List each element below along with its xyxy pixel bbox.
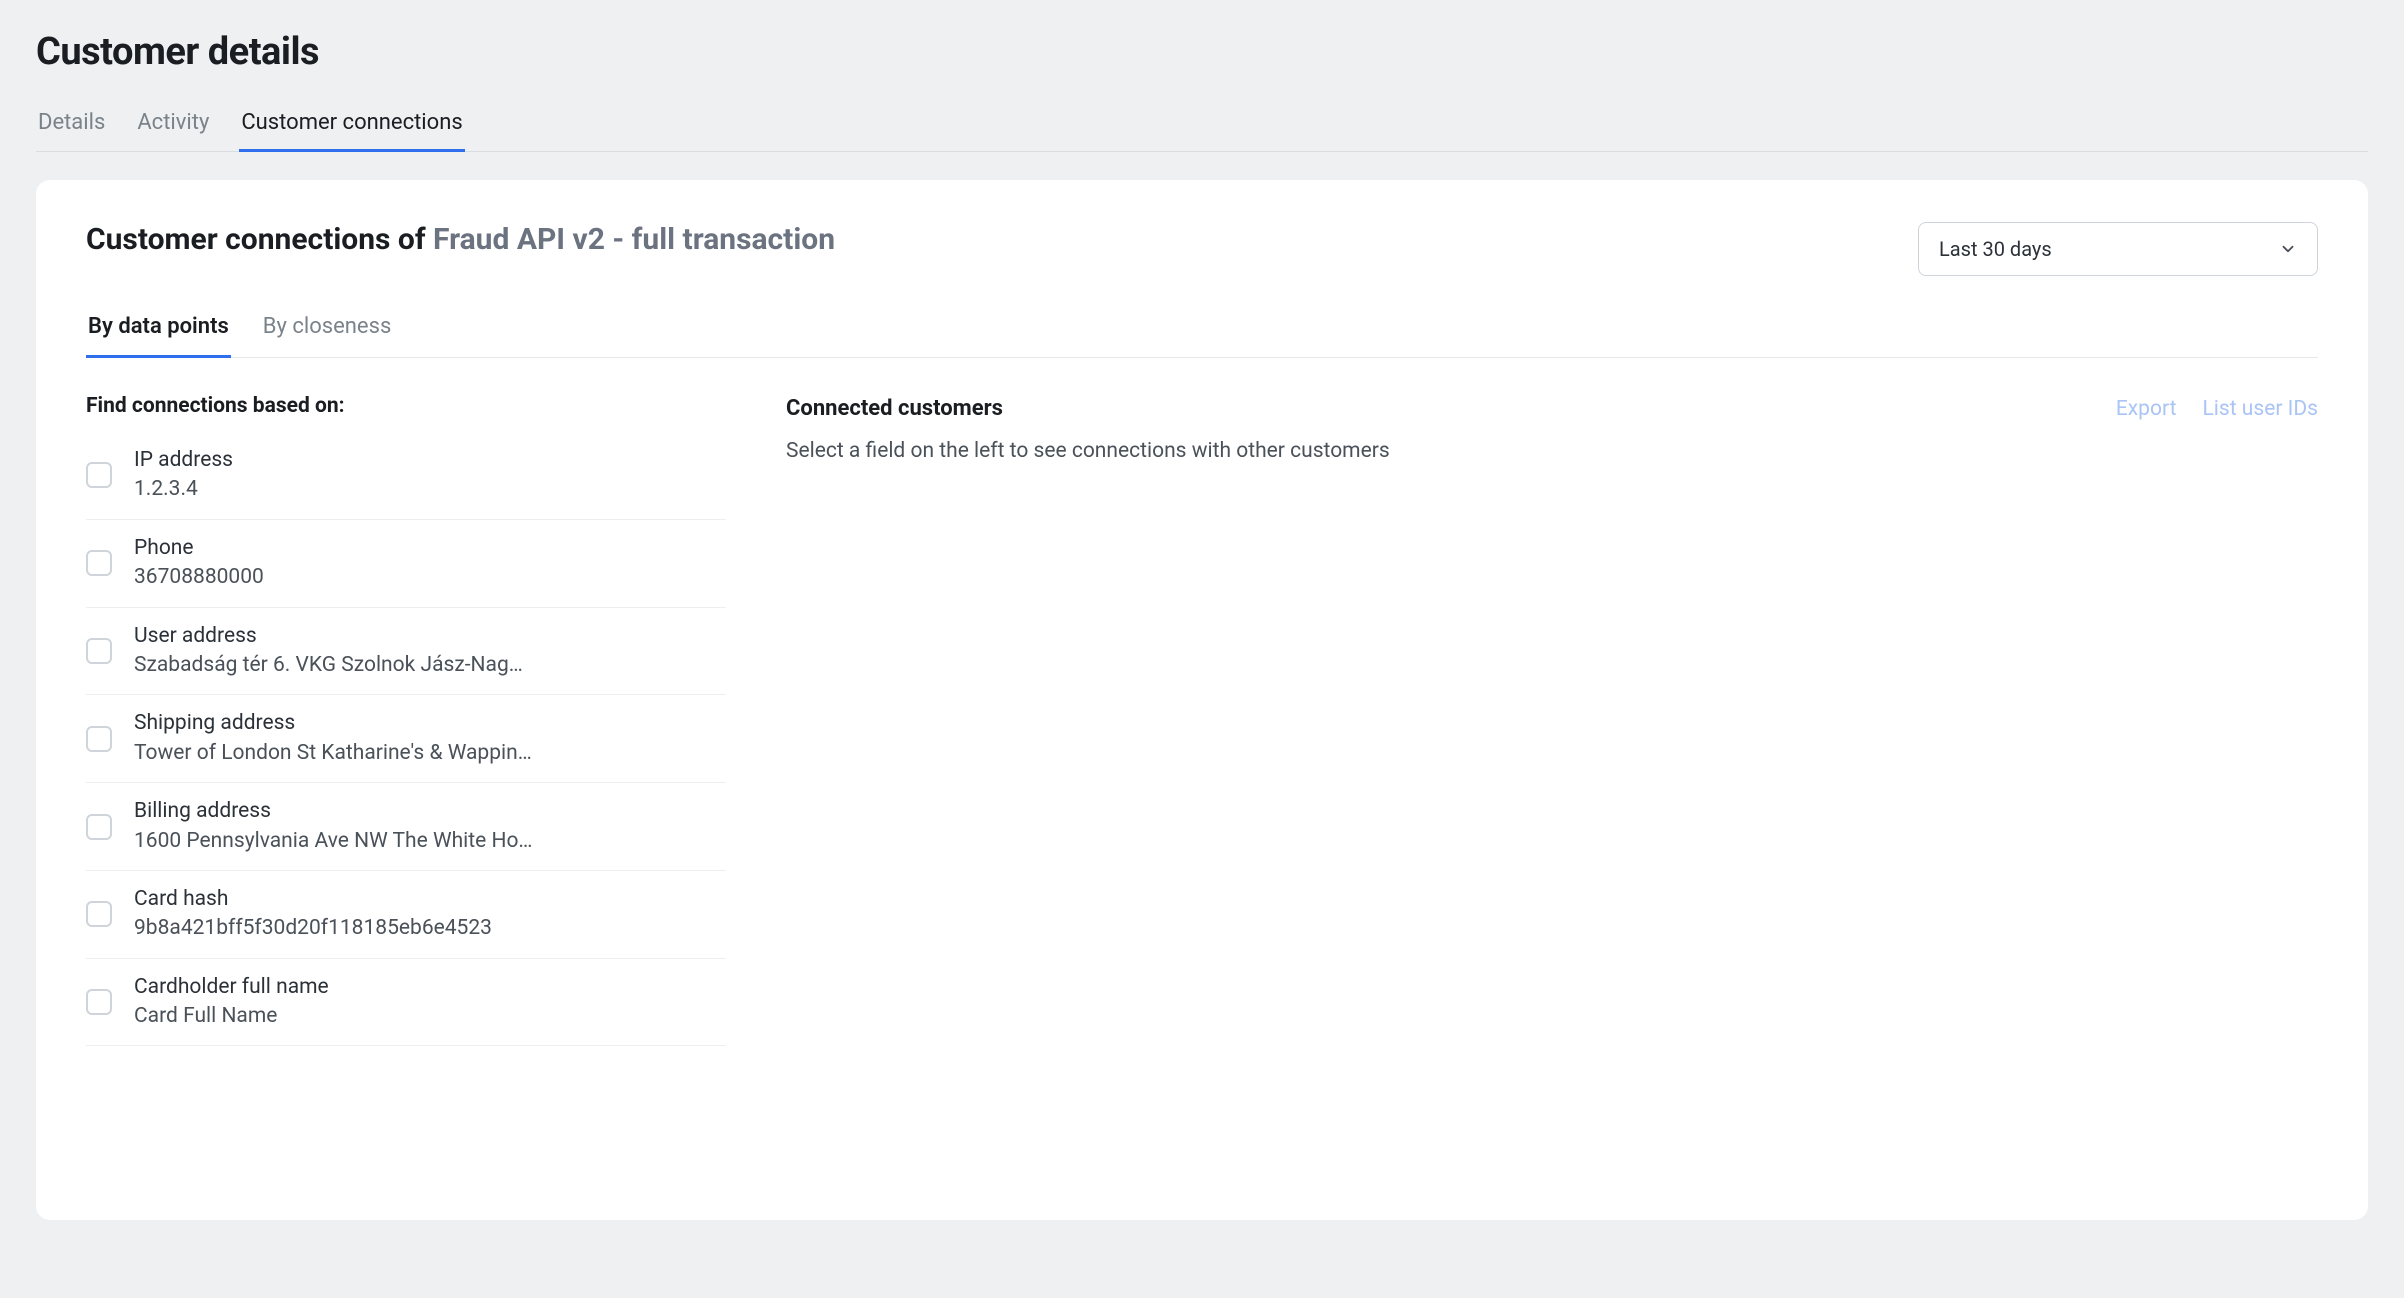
data-point-value: 1.2.3.4 <box>134 475 726 504</box>
list-user-ids-button[interactable]: List user IDs <box>2202 397 2318 421</box>
page-title: Customer details <box>36 30 2368 74</box>
data-point-value: 1600 Pennsylvania Ave NW The White Ho… <box>134 827 726 856</box>
card-title-prefix: Customer connections of <box>86 222 433 257</box>
connected-actions: Export List user IDs <box>2116 397 2318 421</box>
content-columns: Find connections based on: IP address 1.… <box>86 358 2318 1046</box>
checkbox-cardholder-name[interactable] <box>86 989 112 1015</box>
data-point-title: Card hash <box>134 885 726 914</box>
data-point-title: Billing address <box>134 797 726 826</box>
tab-details[interactable]: Details <box>36 102 107 152</box>
list-item[interactable]: IP address 1.2.3.4 <box>86 432 726 520</box>
list-item[interactable]: User address Szabadság tér 6. VKG Szolno… <box>86 608 726 696</box>
data-point-title: Cardholder full name <box>134 973 726 1002</box>
data-point-value: Szabadság tér 6. VKG Szolnok Jász-Nag… <box>134 651 726 680</box>
card-title-entity: Fraud API v2 - full transaction <box>433 222 835 257</box>
data-point-title: IP address <box>134 446 726 475</box>
data-point-value: 9b8a421bff5f30d20f118185eb6e4523 <box>134 914 726 943</box>
top-tabs: Details Activity Customer connections <box>36 102 2368 152</box>
list-item-text: IP address 1.2.3.4 <box>134 446 726 505</box>
tab-customer-connections[interactable]: Customer connections <box>239 102 464 152</box>
connections-card: Customer connections of Fraud API v2 - f… <box>36 180 2368 1220</box>
subtab-by-data-points[interactable]: By data points <box>86 304 231 358</box>
list-item-text: Phone 36708880000 <box>134 534 726 593</box>
date-range-label: Last 30 days <box>1939 237 2052 261</box>
data-point-value: Card Full Name <box>134 1002 726 1031</box>
checkbox-shipping-address[interactable] <box>86 726 112 752</box>
connected-customers-column: Connected customers Export List user IDs… <box>786 394 2318 1046</box>
chevron-down-icon <box>2279 240 2297 258</box>
find-connections-label: Find connections based on: <box>86 394 726 418</box>
list-item-text: User address Szabadság tér 6. VKG Szolno… <box>134 622 726 681</box>
connected-helper-text: Select a field on the left to see connec… <box>786 439 2318 463</box>
list-item-text: Billing address 1600 Pennsylvania Ave NW… <box>134 797 726 856</box>
card-header: Customer connections of Fraud API v2 - f… <box>86 222 2318 276</box>
tab-activity[interactable]: Activity <box>135 102 211 152</box>
data-point-title: User address <box>134 622 726 651</box>
sub-tabs: By data points By closeness <box>86 304 2318 358</box>
checkbox-billing-address[interactable] <box>86 814 112 840</box>
data-point-value: Tower of London St Katharine's & Wappin… <box>134 739 726 768</box>
subtab-by-closeness[interactable]: By closeness <box>261 304 394 358</box>
card-title: Customer connections of Fraud API v2 - f… <box>86 222 835 257</box>
list-item[interactable]: Cardholder full name Card Full Name <box>86 959 726 1047</box>
data-point-value: 36708880000 <box>134 563 726 592</box>
date-range-select[interactable]: Last 30 days <box>1918 222 2318 276</box>
connected-title: Connected customers <box>786 396 1003 421</box>
checkbox-ip-address[interactable] <box>86 462 112 488</box>
list-item-text: Shipping address Tower of London St Kath… <box>134 709 726 768</box>
connected-header: Connected customers Export List user IDs <box>786 396 2318 421</box>
checkbox-user-address[interactable] <box>86 638 112 664</box>
checkbox-card-hash[interactable] <box>86 901 112 927</box>
list-item[interactable]: Shipping address Tower of London St Kath… <box>86 695 726 783</box>
data-point-title: Phone <box>134 534 726 563</box>
list-item-text: Cardholder full name Card Full Name <box>134 973 726 1032</box>
data-points-column: Find connections based on: IP address 1.… <box>86 394 726 1046</box>
checkbox-phone[interactable] <box>86 550 112 576</box>
list-item-text: Card hash 9b8a421bff5f30d20f118185eb6e45… <box>134 885 726 944</box>
list-item[interactable]: Billing address 1600 Pennsylvania Ave NW… <box>86 783 726 871</box>
list-item[interactable]: Card hash 9b8a421bff5f30d20f118185eb6e45… <box>86 871 726 959</box>
data-point-title: Shipping address <box>134 709 726 738</box>
export-button[interactable]: Export <box>2116 397 2177 421</box>
list-item[interactable]: Phone 36708880000 <box>86 520 726 608</box>
